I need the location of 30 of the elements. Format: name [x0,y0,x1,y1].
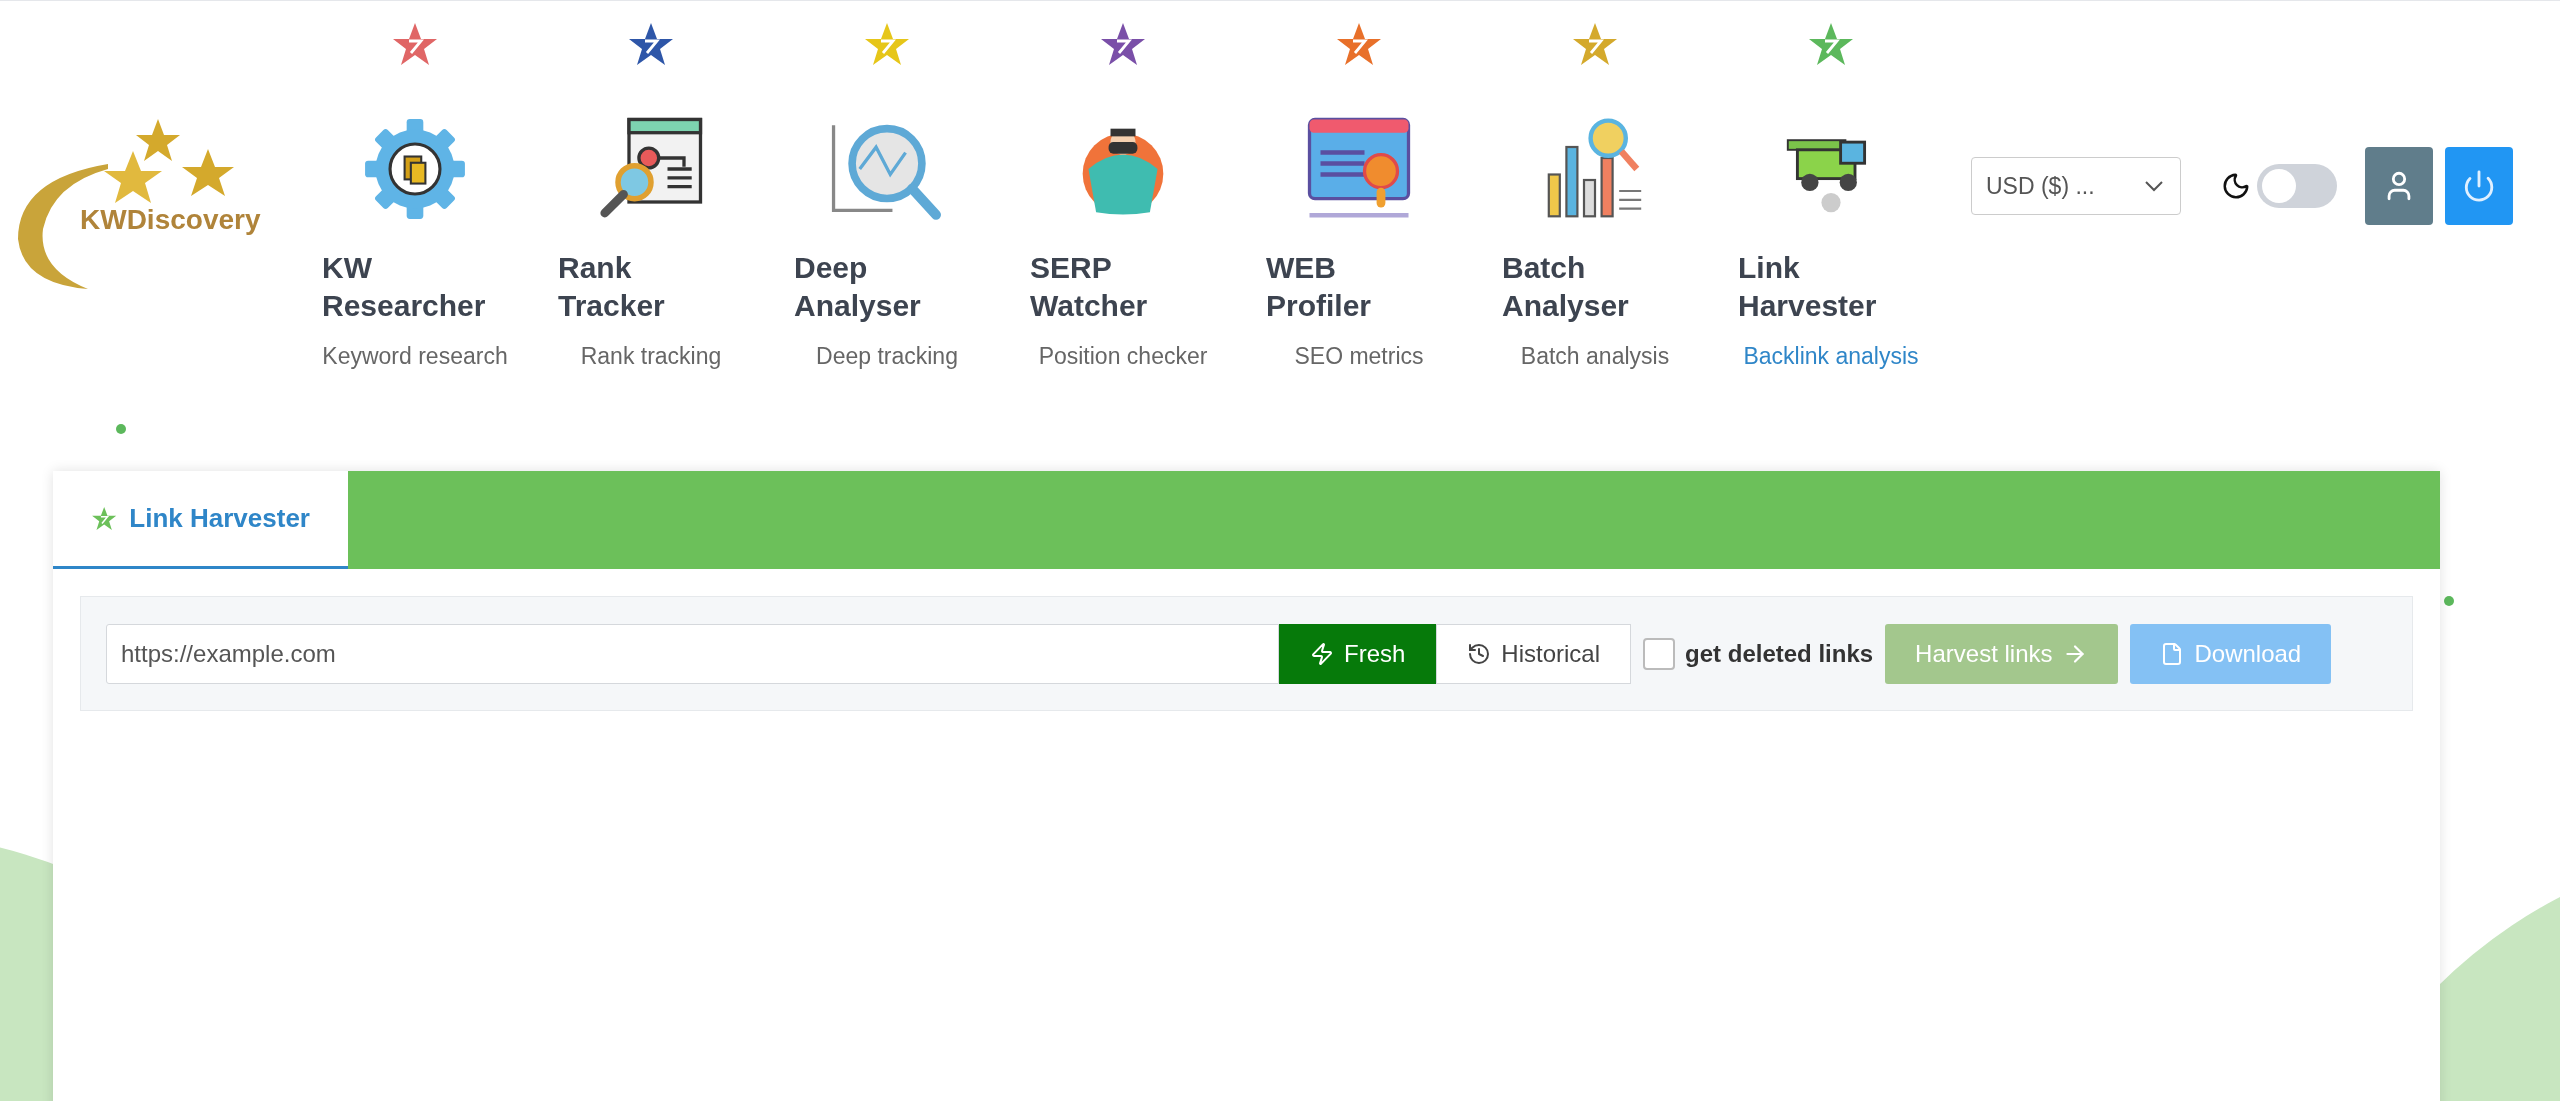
tool-title[interactable]: Deep Analyser [794,249,921,325]
dark-mode-toggle[interactable] [2257,164,2337,208]
tool-title[interactable]: Batch Analyser [1502,249,1629,325]
lightning-icon [1310,641,1334,666]
tool-title[interactable]: Rank Tracker [558,249,665,325]
checkbox[interactable] [1643,637,1676,670]
history-icon [1467,641,1492,666]
tool-title[interactable]: SERP Watcher [1030,249,1148,325]
tool-title[interactable]: Link Harvester [1738,249,1877,325]
tool-subtitle[interactable]: Rank tracking [533,339,769,374]
tool-subtitle[interactable]: Keyword research [297,339,533,374]
logo-text: KWDiscovery [80,203,261,237]
tab[interactable]: Link Harvester [53,471,348,569]
tool-subtitle[interactable]: Backlink analysis [1713,339,1949,374]
mode-button[interactable]: Fresh [1279,623,1437,684]
checkbox-label: get deleted links [1685,638,1874,669]
url-input[interactable]: https://example.com [106,623,1279,684]
tool-title[interactable]: KW Researcher [322,249,486,325]
mode-button[interactable]: Historical [1436,623,1632,684]
currency-select[interactable]: USD ($) ... [1971,157,2181,215]
tool-subtitle[interactable]: SEO metrics [1241,339,1477,374]
power-button[interactable] [2445,147,2513,225]
tool-subtitle[interactable]: Deep tracking [769,339,1005,374]
power-icon [2462,169,2496,203]
user-button[interactable] [2365,147,2433,225]
tool-subtitle[interactable]: Batch analysis [1477,339,1713,374]
tool-title[interactable]: WEB Profiler [1266,249,1372,325]
gear-icon [363,117,467,221]
tool-subtitle[interactable]: Position checker [1005,339,1241,374]
moon-icon [2221,171,2251,201]
